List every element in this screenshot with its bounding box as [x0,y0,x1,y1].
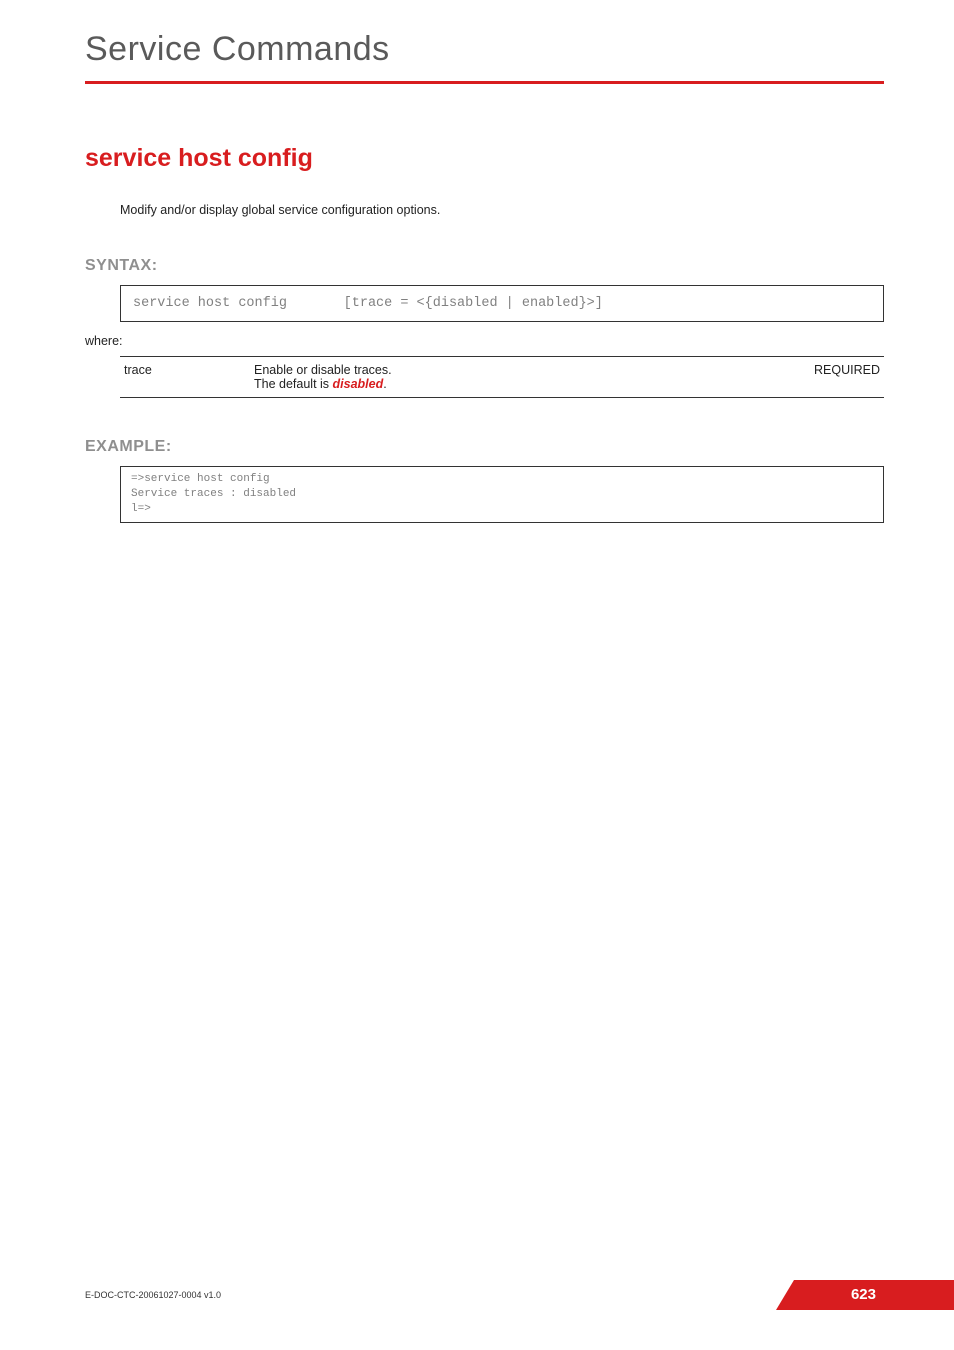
page-number: 623 [851,1280,876,1310]
syntax-heading: SYNTAX: [85,257,884,275]
parameter-table: trace Enable or disable traces. The defa… [120,356,884,398]
param-desc-cell: Enable or disable traces. The default is… [250,357,784,398]
page-number-tab: 623 [794,1280,884,1310]
example-box: =>service host config Service traces : d… [120,466,884,523]
param-desc-line1: Enable or disable traces. [254,363,392,377]
intro-text: Modify and/or display global service con… [120,203,884,217]
param-desc-line2-prefix: The default is [254,377,333,391]
table-row: trace Enable or disable traces. The defa… [120,357,884,398]
param-name-cell: trace [120,357,250,398]
where-label: where: [85,334,884,348]
section-title: service host config [85,144,884,173]
header-rule [85,81,884,84]
doc-id: E-DOC-CTC-20061027-0004 v1.0 [85,1290,221,1300]
syntax-box: service host config [trace = <{disabled … [120,285,884,322]
page-footer: E-DOC-CTC-20061027-0004 v1.0 623 [85,1280,884,1310]
example-heading: EXAMPLE: [85,438,884,456]
param-required-cell: REQUIRED [784,357,884,398]
param-desc-line2-suffix: . [383,377,386,391]
param-default-value: disabled [333,377,384,391]
chapter-title: Service Commands [85,30,884,69]
